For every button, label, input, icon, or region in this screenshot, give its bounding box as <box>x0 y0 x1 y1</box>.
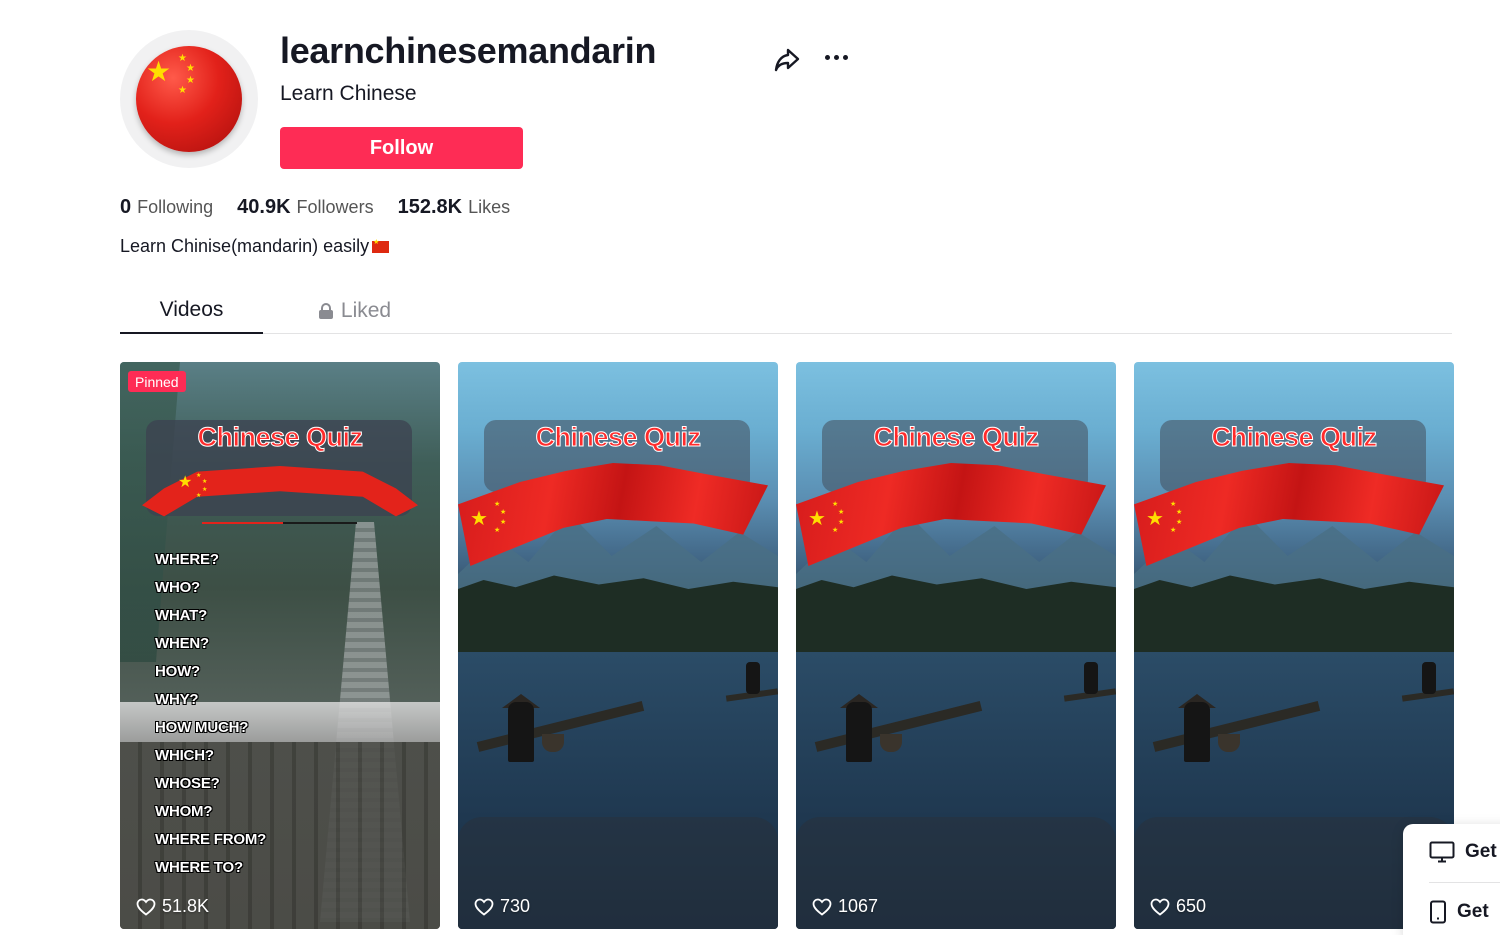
china-flag-emoji-icon <box>372 238 390 253</box>
following-label: Following <box>137 197 214 217</box>
word-item: WHY? <box>155 691 199 708</box>
word-item: HOW? <box>155 663 201 680</box>
word-item: WHERE FROM? <box>155 831 267 848</box>
get-app-panel: Get Get <box>1403 824 1500 935</box>
word-item: WHERE TO? <box>155 859 243 876</box>
tab-videos-label: Videos <box>159 298 224 321</box>
get-desktop-label: Get <box>1465 841 1497 862</box>
video-card[interactable]: Chinese Quiz ★ ★ ★ ★ ★ 730 <box>458 362 778 929</box>
username: learnchinesemandarin <box>280 30 657 71</box>
heart-icon <box>136 898 156 916</box>
video-card[interactable]: Chinese Quiz ★ ★ ★ ★ ★ 1067 <box>796 362 1116 929</box>
share-icon[interactable] <box>772 44 802 74</box>
tab-videos[interactable]: Videos <box>120 288 263 334</box>
video-title: Chinese Quiz <box>1211 422 1378 453</box>
video-grid: Chinese Quiz ★ ★ ★ ★ ★ WHERE? WHO? WHAT?… <box>120 362 1454 929</box>
word-item: WHAT? <box>155 607 208 624</box>
word-item: WHERE? <box>155 551 219 568</box>
bio: Learn Chinise(mandarin) easily <box>120 236 390 257</box>
video-title: Chinese Quiz <box>197 422 364 453</box>
word-item: WHICH? <box>155 747 214 764</box>
mobile-icon <box>1430 900 1446 924</box>
following-stat[interactable]: 0 Following <box>120 196 213 219</box>
word-item: WHOM? <box>155 803 213 820</box>
heart-icon <box>1150 898 1170 916</box>
pinned-badge: Pinned <box>128 371 186 392</box>
video-card[interactable]: Chinese Quiz ★ ★ ★ ★ ★ WHERE? WHO? WHAT?… <box>120 362 440 929</box>
profile-tabs: Videos Liked <box>120 288 1452 334</box>
desktop-icon <box>1429 841 1455 863</box>
video-likes-count: 650 <box>1176 896 1207 916</box>
heart-icon <box>812 898 832 916</box>
word-item: WHOSE? <box>155 775 220 792</box>
likes-stat: 152.8K Likes <box>398 196 511 219</box>
video-likes: 650 <box>1150 896 1206 917</box>
lock-icon <box>318 303 333 319</box>
tab-liked-label: Liked <box>340 299 392 322</box>
video-title: Chinese Quiz <box>535 422 702 453</box>
tab-liked[interactable]: Liked <box>300 288 410 334</box>
video-title: Chinese Quiz <box>873 422 1040 453</box>
follow-button[interactable]: Follow <box>280 127 523 169</box>
video-likes-count: 730 <box>500 896 531 916</box>
more-options-icon[interactable] <box>820 44 852 70</box>
likes-count: 152.8K <box>397 196 463 218</box>
profile-header: ★ ★ ★ ★ ★ learnchinesemandarin Learn Chi… <box>120 30 880 180</box>
word-item: WHEN? <box>155 635 209 652</box>
following-count: 0 <box>120 196 132 218</box>
word-list: WHERE? WHO? WHAT? WHEN? HOW? WHY? HOW MU… <box>155 546 266 882</box>
video-progress <box>202 522 357 524</box>
followers-stat[interactable]: 40.9K Followers <box>237 196 373 219</box>
get-mobile-label: Get <box>1457 901 1489 922</box>
heart-icon <box>474 898 494 916</box>
likes-label: Likes <box>468 197 511 217</box>
followers-count: 40.9K <box>237 196 291 218</box>
get-desktop-app-button[interactable]: Get <box>1429 841 1497 863</box>
video-likes: 730 <box>474 896 530 917</box>
video-likes: 51.8K <box>136 896 209 917</box>
word-item: WHO? <box>155 579 201 596</box>
bio-text: Learn Chinise(mandarin) easily <box>120 236 370 256</box>
profile-stats: 0 Following 40.9K Followers 152.8K Likes <box>120 196 510 219</box>
followers-label: Followers <box>296 197 374 217</box>
china-flag-ball-icon: ★ ★ ★ ★ ★ <box>136 46 242 152</box>
nickname: Learn Chinese <box>280 82 417 105</box>
video-likes: 1067 <box>812 896 878 917</box>
video-likes-count: 51.8K <box>162 896 210 916</box>
video-likes-count: 1067 <box>838 896 879 916</box>
word-item: HOW MUCH? <box>155 719 249 736</box>
get-mobile-app-button[interactable]: Get <box>1429 900 1489 924</box>
avatar[interactable]: ★ ★ ★ ★ ★ <box>120 30 258 168</box>
